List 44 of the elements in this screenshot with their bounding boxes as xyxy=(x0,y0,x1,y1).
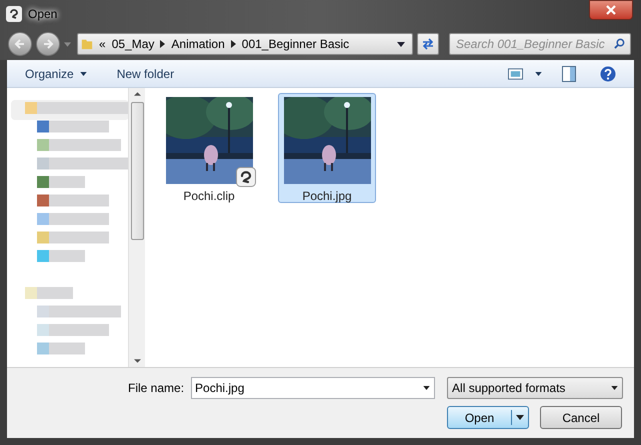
dropdown-caret-icon[interactable] xyxy=(516,415,524,420)
folder-icon xyxy=(81,37,93,51)
toolbar-button[interactable]: Organize xyxy=(25,64,87,82)
scroll-down-icon[interactable] xyxy=(134,359,140,363)
file-name-field[interactable]: Pochi.jpg xyxy=(191,377,436,399)
search-icon xyxy=(614,38,625,49)
file-type-dropdown[interactable]: All supported formats xyxy=(447,377,624,399)
path-overflow[interactable]: « xyxy=(99,35,106,53)
window-title: Open xyxy=(28,6,58,23)
path-segment[interactable]: 05_May xyxy=(112,35,154,53)
close-icon xyxy=(606,5,616,15)
view-icon[interactable] xyxy=(508,68,523,80)
dropdown-caret-icon[interactable] xyxy=(397,42,405,46)
file-item[interactable]: Pochi.clip xyxy=(160,93,258,203)
open-split-button[interactable]: Open xyxy=(447,406,529,429)
separator-arrow-icon xyxy=(230,40,236,48)
separator-arrow-icon xyxy=(160,40,166,48)
refresh-button[interactable] xyxy=(417,33,439,55)
caret-icon[interactable] xyxy=(535,72,542,76)
path-segment[interactable]: 001_Beginner Basic xyxy=(242,35,350,53)
scrollbar-thumb[interactable] xyxy=(130,102,144,240)
help-icon[interactable] xyxy=(600,66,616,82)
app-icon xyxy=(6,6,22,22)
file-name: Pochi.clip xyxy=(183,188,235,205)
back-arrow-icon xyxy=(14,38,26,50)
scroll-up-icon[interactable] xyxy=(134,92,140,96)
history-caret-icon xyxy=(64,42,71,46)
back-button[interactable] xyxy=(8,32,32,56)
address-bar[interactable]: « 05_May Animation 001_Beginner Basic xyxy=(77,33,413,55)
preview-pane-icon[interactable] xyxy=(562,66,576,82)
file-item[interactable]: Pochi.jpg xyxy=(278,93,376,203)
toolbar-button[interactable]: New folder xyxy=(116,64,174,82)
cancel-button[interactable]: Cancel xyxy=(540,406,622,429)
search-field[interactable]: Search 001_Beginner Basic xyxy=(449,33,631,55)
path-segment[interactable]: Animation xyxy=(171,35,225,53)
caret-icon xyxy=(80,72,87,76)
close-button[interactable] xyxy=(589,0,633,20)
file-name-label: File name: xyxy=(128,380,184,397)
forward-button[interactable] xyxy=(36,32,60,56)
file-name: Pochi.jpg xyxy=(302,188,352,205)
refresh-arrows-icon xyxy=(421,38,435,50)
forward-arrow-icon xyxy=(42,38,54,50)
dropdown-caret-icon[interactable] xyxy=(423,386,430,390)
dropdown-caret-icon xyxy=(611,386,618,390)
